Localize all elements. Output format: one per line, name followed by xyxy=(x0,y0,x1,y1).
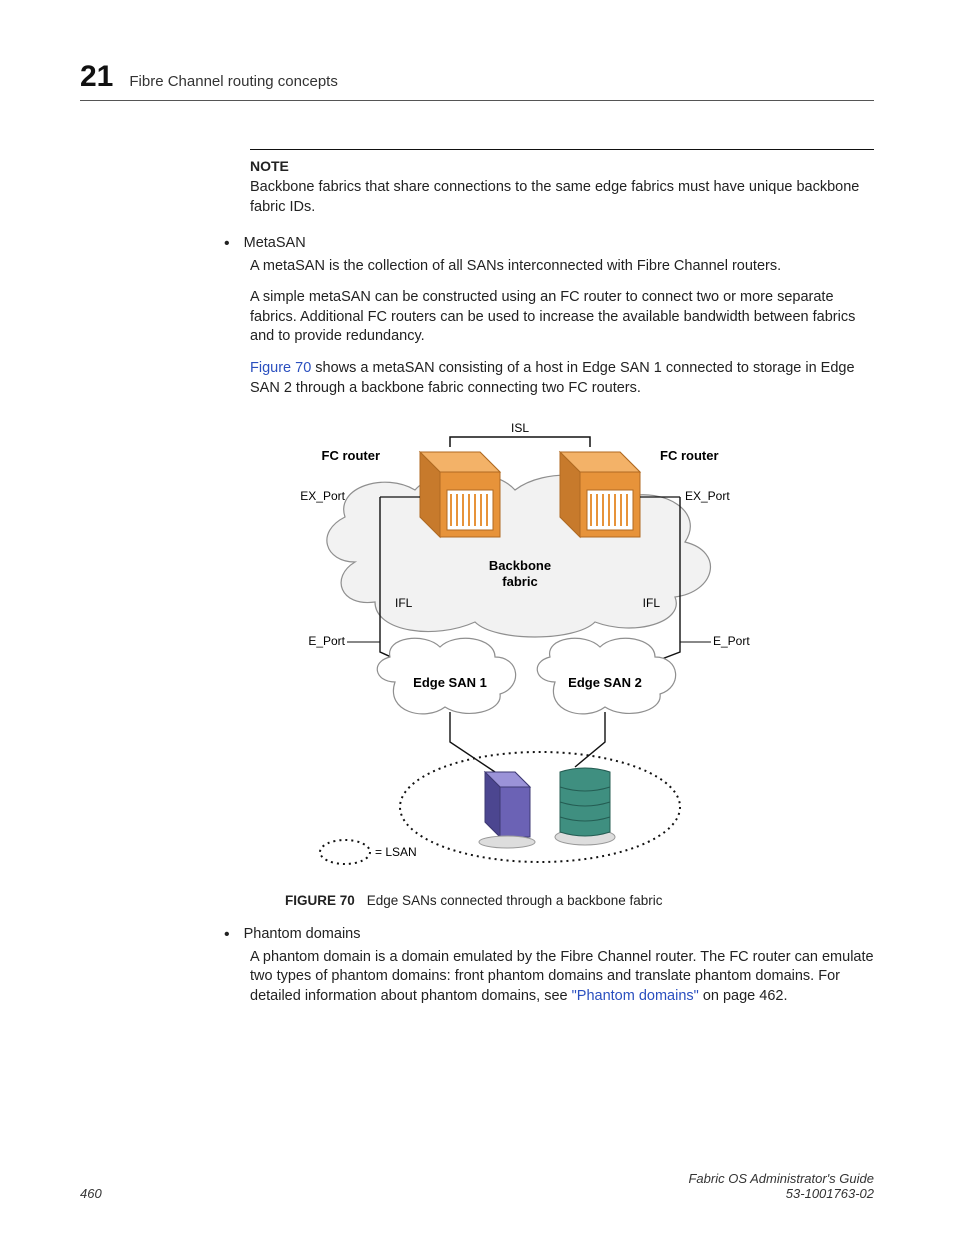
bullet-metasan: • MetaSAN xyxy=(224,235,874,253)
fc-router-right-label: FC router xyxy=(660,448,719,463)
host-icon xyxy=(479,772,535,848)
fc-router-left-label: FC router xyxy=(322,448,381,463)
bullet-term-phantom: Phantom domains xyxy=(244,926,361,944)
metasan-p1: A metaSAN is the collection of all SANs … xyxy=(250,257,874,277)
figure-70: ISL xyxy=(285,412,874,908)
page: 21 Fibre Channel routing concepts NOTE B… xyxy=(0,0,954,1235)
fabric-label: fabric xyxy=(502,574,537,589)
metasan-p3-rest: shows a metaSAN consisting of a host in … xyxy=(250,360,855,396)
page-number: 460 xyxy=(80,1186,102,1201)
phantom-link[interactable]: "Phantom domains" xyxy=(572,988,699,1004)
running-head: 21 Fibre Channel routing concepts xyxy=(80,60,874,101)
bullet-term-metasan: MetaSAN xyxy=(244,235,306,253)
backbone-label: Backbone xyxy=(489,558,551,573)
ifl-left-label: IFL xyxy=(395,596,413,610)
isl-label: ISL xyxy=(511,421,529,435)
page-footer: 460 Fabric OS Administrator's Guide 53-1… xyxy=(80,1171,874,1201)
isl-connector xyxy=(450,437,590,447)
lsan-legend-icon xyxy=(320,840,370,864)
chapter-title: Fibre Channel routing concepts xyxy=(129,73,337,90)
phantom-p1: A phantom domain is a domain emulated by… xyxy=(250,948,874,1007)
lsan-legend-label: = LSAN xyxy=(375,845,417,859)
footer-guide: Fabric OS Administrator's Guide xyxy=(688,1171,874,1186)
storage-icon xyxy=(555,768,615,845)
e-port-right-label: E_Port xyxy=(713,634,750,648)
note-label: NOTE xyxy=(250,158,874,174)
note-text: Backbone fabrics that share connections … xyxy=(250,178,874,217)
footer-doc-id: 53-1001763-02 xyxy=(688,1186,874,1201)
phantom-p1b: on page 462. xyxy=(699,988,788,1004)
figure-link[interactable]: Figure 70 xyxy=(250,360,311,376)
e-port-left-label: E_Port xyxy=(308,634,345,648)
figure-number: FIGURE 70 xyxy=(285,893,355,908)
fc-router-left-icon xyxy=(420,452,500,537)
bullet-phantom: • Phantom domains xyxy=(224,926,874,944)
figure-caption: FIGURE 70 Edge SANs connected through a b… xyxy=(285,893,874,908)
ex-port-right-label: EX_Port xyxy=(685,489,730,503)
figure-svg: ISL xyxy=(285,412,755,882)
fc-router-right-icon xyxy=(560,452,640,537)
ifl-right-label: IFL xyxy=(643,596,661,610)
lsan-ellipse-icon xyxy=(400,752,680,862)
edge-san-2-label: Edge SAN 2 xyxy=(568,675,642,690)
ex-port-left-label: EX_Port xyxy=(300,489,345,503)
bullet-dot-icon: • xyxy=(224,926,230,944)
chapter-number: 21 xyxy=(80,60,113,94)
note-rule xyxy=(250,149,874,150)
edge-san-1-label: Edge SAN 1 xyxy=(413,675,487,690)
content-block: NOTE Backbone fabrics that share connect… xyxy=(250,149,874,1006)
metasan-p3: Figure 70 shows a metaSAN consisting of … xyxy=(250,359,874,398)
metasan-p2: A simple metaSAN can be constructed usin… xyxy=(250,288,874,347)
bullet-dot-icon: • xyxy=(224,235,230,253)
edge2-down-line xyxy=(575,712,605,767)
figure-caption-text: Edge SANs connected through a backbone f… xyxy=(367,893,663,908)
